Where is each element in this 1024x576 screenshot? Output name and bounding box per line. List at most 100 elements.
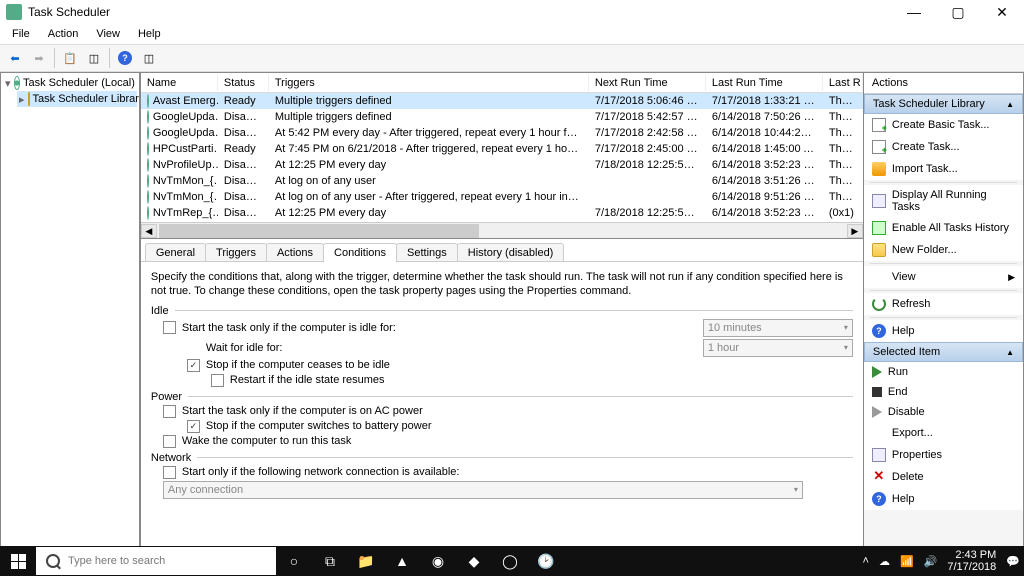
action-export[interactable]: Export... [864, 422, 1023, 444]
actions-sel-section[interactable]: Selected Item ▲ [864, 342, 1023, 362]
tray-volume-icon[interactable]: 🔊 [924, 555, 938, 568]
tray-notifications-icon[interactable]: 💬 [1006, 555, 1020, 568]
table-row[interactable]: NvTmRep_{…DisabledAt 12:25 PM every day7… [141, 205, 863, 221]
tree-root[interactable]: ▾ Task Scheduler (Local) [3, 75, 137, 91]
tree-library[interactable]: ▸ Task Scheduler Library [17, 91, 137, 107]
action-create-basic-task[interactable]: Create Basic Task... [864, 114, 1023, 136]
table-row[interactable]: NvProfileUp…DisabledAt 12:25 PM every da… [141, 157, 863, 173]
tab-general[interactable]: General [145, 243, 206, 262]
tab-triggers[interactable]: Triggers [205, 243, 267, 262]
app-scheduler-icon[interactable]: 🕑 [528, 546, 564, 576]
network-connection-select[interactable]: Any connection▾ [163, 481, 803, 499]
task-status: Ready [218, 95, 269, 107]
tray-chevron-icon[interactable]: ˄ [863, 555, 869, 567]
expand-icon[interactable]: ▸ [19, 93, 25, 106]
tree-lib-label: Task Scheduler Library [33, 93, 140, 105]
cortana-icon[interactable]: ○ [276, 546, 312, 576]
col-name[interactable]: Name [141, 75, 218, 91]
action-display-all-running-tasks[interactable]: Display All Running Tasks [864, 185, 1023, 217]
back-button[interactable]: ⬅ [4, 47, 26, 69]
tab-settings[interactable]: Settings [396, 243, 458, 262]
col-status[interactable]: Status [218, 75, 269, 91]
action-help[interactable]: Help [864, 488, 1023, 510]
action-delete[interactable]: Delete [864, 466, 1023, 488]
app-generic-icon[interactable]: ◆ [456, 546, 492, 576]
actions-lib-section[interactable]: Task Scheduler Library ▲ [864, 94, 1023, 114]
app-chrome-icon[interactable]: ◉ [420, 546, 456, 576]
action-run[interactable]: Run [864, 362, 1023, 382]
col-triggers[interactable]: Triggers [269, 75, 589, 91]
tab-conditions[interactable]: Conditions [323, 243, 397, 262]
col-next[interactable]: Next Run Time [589, 75, 706, 91]
close-button[interactable]: ✕ [980, 0, 1024, 24]
task-status: Disabled [218, 159, 269, 171]
tray-cloud-icon[interactable]: ☁ [879, 555, 890, 568]
action-create-task[interactable]: Create Task... [864, 136, 1023, 158]
power-wake-checkbox[interactable] [163, 435, 176, 448]
help-icon [872, 324, 886, 338]
windows-taskbar[interactable]: Type here to search ○ ⧉ 📁 ▲ ◉ ◆ ◯ 🕑 ˄ ☁ … [0, 546, 1024, 576]
app-vlc-icon[interactable]: ▲ [384, 546, 420, 576]
idle-minutes-select[interactable]: 10 minutes▾ [703, 319, 853, 337]
toolbar-action-icon[interactable]: 📋 [59, 47, 81, 69]
table-row[interactable]: NvTmMon_{…DisabledAt log on of any user6… [141, 173, 863, 189]
system-tray[interactable]: ˄ ☁ 📶 🔊 2:43 PM 7/17/2018 💬 [863, 549, 1024, 573]
horizontal-scrollbar[interactable]: ◀ ▶ [141, 222, 863, 238]
power-ac-checkbox[interactable] [163, 405, 176, 418]
forward-button[interactable]: ➡ [28, 47, 50, 69]
conditions-panel: Specify the conditions that, along with … [141, 261, 863, 548]
app-generic2-icon[interactable]: ◯ [492, 546, 528, 576]
table-row[interactable]: GoogleUpda…DisabledMultiple triggers def… [141, 109, 863, 125]
menu-action[interactable]: Action [40, 26, 87, 42]
tray-wifi-icon[interactable]: 📶 [900, 555, 914, 568]
maximize-button[interactable]: ▢ [936, 0, 980, 24]
action-import-task[interactable]: Import Task... [864, 158, 1023, 180]
action-label: Export... [892, 427, 933, 439]
taskbar-search[interactable]: Type here to search [36, 547, 276, 575]
minimize-button[interactable]: — [892, 0, 936, 24]
table-header: Name Status Triggers Next Run Time Last … [141, 73, 863, 93]
idle-start-checkbox[interactable] [163, 321, 176, 334]
start-button[interactable] [0, 546, 36, 576]
table-row[interactable]: Avast Emerg…ReadyMultiple triggers defin… [141, 93, 863, 109]
app-explorer-icon[interactable]: 📁 [348, 546, 384, 576]
col-last[interactable]: Last Run Time [706, 75, 823, 91]
network-checkbox[interactable] [163, 466, 176, 479]
task-name: NvTmRep_{… [153, 207, 218, 219]
toolbar-help-icon[interactable] [114, 47, 136, 69]
task-next: 7/18/2018 12:25:53 PM [589, 159, 706, 171]
action-disable[interactable]: Disable [864, 402, 1023, 422]
toolbar-pane-icon[interactable]: ◫ [83, 47, 105, 69]
action-view[interactable]: View▶ [864, 266, 1023, 288]
action-properties[interactable]: Properties [864, 444, 1023, 466]
tab-history[interactable]: History (disabled) [457, 243, 565, 262]
action-end[interactable]: End [864, 382, 1023, 402]
idle-stop-checkbox[interactable] [187, 359, 200, 372]
taskview-icon[interactable]: ⧉ [312, 546, 348, 576]
scroll-thumb[interactable] [159, 224, 479, 238]
collapse-icon[interactable]: ▲ [1006, 100, 1014, 109]
idle-hour-select[interactable]: 1 hour▾ [703, 339, 853, 357]
task-list[interactable]: Name Status Triggers Next Run Time Last … [140, 73, 864, 239]
scroll-right-icon[interactable]: ▶ [847, 224, 863, 238]
menu-help[interactable]: Help [130, 26, 169, 42]
collapse-icon[interactable]: ▲ [1006, 348, 1014, 357]
table-row[interactable]: NvTmMon_{…DisabledAt log on of any user … [141, 189, 863, 205]
tab-actions[interactable]: Actions [266, 243, 324, 262]
table-row[interactable]: HPCustParti…ReadyAt 7:45 PM on 6/21/2018… [141, 141, 863, 157]
action-enable-all-tasks-history[interactable]: Enable All Tasks History [864, 217, 1023, 239]
scroll-left-icon[interactable]: ◀ [141, 224, 157, 238]
toolbar-pane2-icon[interactable]: ◫ [138, 47, 160, 69]
action-new-folder[interactable]: New Folder... [864, 239, 1023, 261]
menu-view[interactable]: View [88, 26, 128, 42]
nav-tree[interactable]: ▾ Task Scheduler (Local) ▸ Task Schedule… [0, 72, 140, 549]
col-result[interactable]: Last R [823, 75, 863, 91]
action-refresh[interactable]: Refresh [864, 293, 1023, 315]
menu-file[interactable]: File [4, 26, 38, 42]
idle-restart-checkbox[interactable] [211, 374, 224, 387]
action-help[interactable]: Help [864, 320, 1023, 342]
table-row[interactable]: GoogleUpda…DisabledAt 5:42 PM every day … [141, 125, 863, 141]
tray-clock[interactable]: 2:43 PM 7/17/2018 [947, 549, 996, 573]
expand-icon[interactable]: ▾ [5, 77, 11, 90]
power-battery-checkbox[interactable] [187, 420, 200, 433]
